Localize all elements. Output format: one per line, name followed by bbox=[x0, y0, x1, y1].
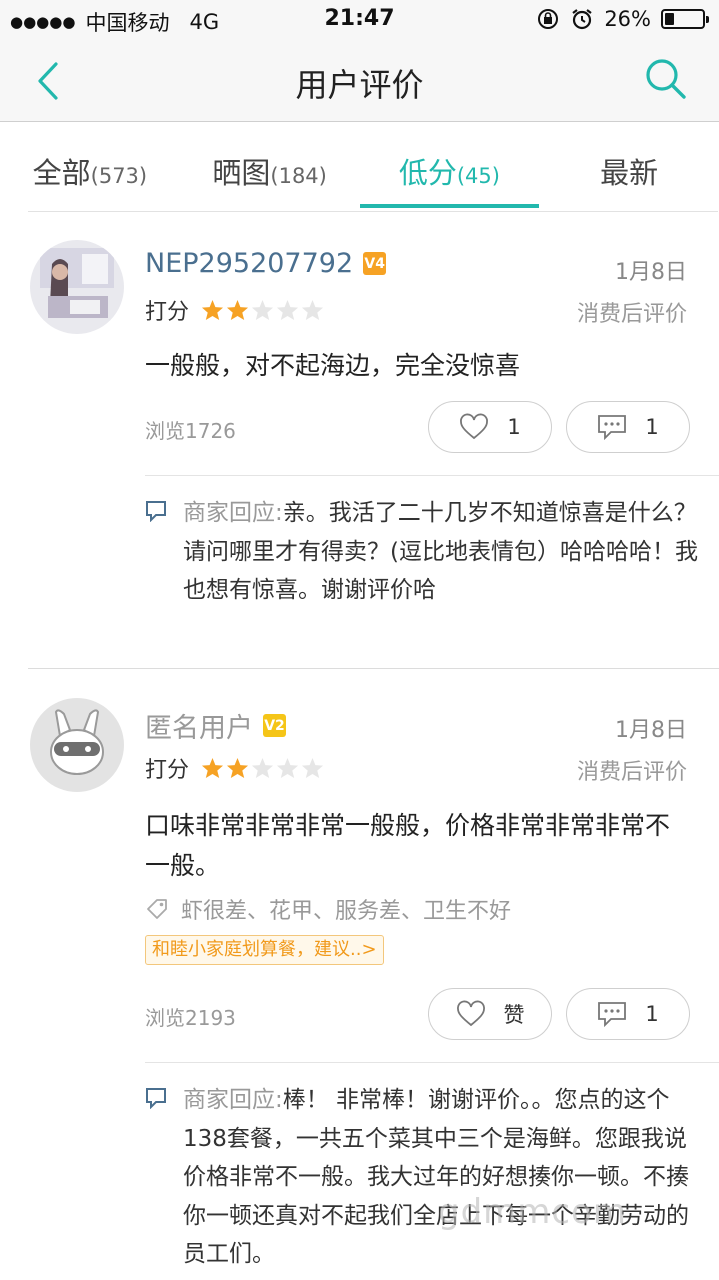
username[interactable]: NEP295207792 V4 bbox=[145, 248, 387, 279]
tab-latest[interactable]: 最新 bbox=[539, 122, 719, 212]
status-bar: ●●●●● 中国移动 4G 21:47 26% bbox=[0, 0, 719, 40]
tab-label: 低分 bbox=[398, 156, 457, 190]
alarm-icon bbox=[572, 9, 592, 30]
like-button[interactable]: 1 bbox=[428, 401, 552, 453]
reply-bubble-icon bbox=[146, 501, 166, 522]
reply-bubble-icon bbox=[146, 1088, 166, 1109]
tag-icon bbox=[147, 899, 167, 919]
after-consumption-label: 消费后评价 bbox=[576, 302, 687, 327]
filter-tabs: 全部(573) 晒图(184) 低分(45) 最新 bbox=[0, 122, 719, 212]
view-count: 浏览1726 bbox=[145, 419, 236, 443]
watermark: gdmmcom bbox=[438, 1192, 628, 1232]
review-content: 口味非常非常非常一般般，价格非常非常非常不一般。 bbox=[145, 811, 671, 880]
comment-count: 1 bbox=[645, 415, 659, 439]
rotation-lock-icon bbox=[538, 9, 559, 29]
star-icon bbox=[276, 299, 299, 321]
username[interactable]: 匿名用户 V2 bbox=[145, 706, 286, 745]
review-separator bbox=[28, 668, 719, 669]
tab-label: 最新 bbox=[600, 156, 659, 190]
star-icon bbox=[251, 757, 274, 779]
heart-icon bbox=[456, 1000, 485, 1027]
tab-count: (573) bbox=[90, 164, 148, 188]
review-date: 1月8日 bbox=[615, 718, 687, 743]
comment-icon bbox=[598, 415, 627, 441]
tab-label: 全部 bbox=[32, 156, 91, 190]
divider bbox=[145, 1062, 719, 1063]
star-icon bbox=[251, 299, 274, 321]
tab-low-score[interactable]: 低分(45) bbox=[359, 122, 540, 212]
reply-label: 商家回应: bbox=[183, 1087, 283, 1113]
review-date: 1月8日 bbox=[615, 260, 687, 285]
battery-percent: 26% bbox=[604, 7, 651, 31]
heart-icon bbox=[460, 413, 489, 440]
level-badge-icon: V2 bbox=[263, 714, 286, 737]
tabs-divider bbox=[28, 211, 718, 212]
username-text: 匿名用户 bbox=[145, 713, 253, 744]
star-icon bbox=[201, 757, 224, 779]
nav-bar: 用户评价 bbox=[0, 40, 719, 122]
comment-icon bbox=[598, 1002, 627, 1028]
like-count: 1 bbox=[507, 415, 521, 439]
divider bbox=[145, 475, 719, 476]
avatar[interactable] bbox=[30, 698, 124, 792]
score-row: 打分 bbox=[145, 752, 324, 784]
star-icon bbox=[226, 757, 249, 779]
tags-text: 虾很差、花甲、服务差、卫生不好 bbox=[181, 899, 512, 924]
search-icon[interactable] bbox=[643, 56, 689, 102]
comment-button[interactable]: 1 bbox=[566, 401, 690, 453]
tab-label: 晒图 bbox=[212, 156, 271, 190]
tab-count: (184) bbox=[270, 164, 327, 188]
view-count: 浏览2193 bbox=[145, 1006, 236, 1030]
score-row: 打分 bbox=[145, 294, 324, 326]
score-label: 打分 bbox=[145, 300, 190, 325]
avatar[interactable] bbox=[30, 240, 124, 334]
star-rating bbox=[201, 299, 324, 321]
battery-icon bbox=[661, 9, 709, 29]
like-button[interactable]: 赞 bbox=[428, 988, 552, 1040]
star-icon bbox=[301, 299, 324, 321]
star-icon bbox=[301, 757, 324, 779]
like-label: 赞 bbox=[503, 1003, 525, 1027]
star-rating bbox=[201, 757, 324, 779]
star-icon bbox=[201, 299, 224, 321]
review-tags: 虾很差、花甲、服务差、卫生不好 bbox=[145, 893, 511, 925]
review-content: 一般般，对不起海边，完全没惊喜 bbox=[145, 351, 521, 380]
after-consumption-label: 消费后评价 bbox=[576, 760, 687, 785]
level-badge-icon: V4 bbox=[363, 252, 387, 275]
comment-button[interactable]: 1 bbox=[566, 988, 690, 1040]
tab-count: (45) bbox=[456, 164, 500, 188]
reply-label: 商家回应: bbox=[183, 500, 283, 526]
tab-all[interactable]: 全部(573) bbox=[0, 122, 180, 212]
package-link[interactable]: 和睦小家庭划算餐，建议..> bbox=[145, 935, 384, 965]
star-icon bbox=[226, 299, 249, 321]
comment-count: 1 bbox=[645, 1002, 659, 1026]
star-icon bbox=[276, 757, 299, 779]
page-title: 用户评价 bbox=[295, 66, 424, 104]
reply-text: 棒！ 非常棒！谢谢评价。。您点的这个138套餐，一共五个菜其中三个是海鲜。您跟我… bbox=[183, 1087, 689, 1267]
username-text: NEP295207792 bbox=[145, 248, 354, 279]
score-label: 打分 bbox=[145, 758, 190, 783]
tab-photos[interactable]: 晒图(184) bbox=[180, 122, 360, 212]
